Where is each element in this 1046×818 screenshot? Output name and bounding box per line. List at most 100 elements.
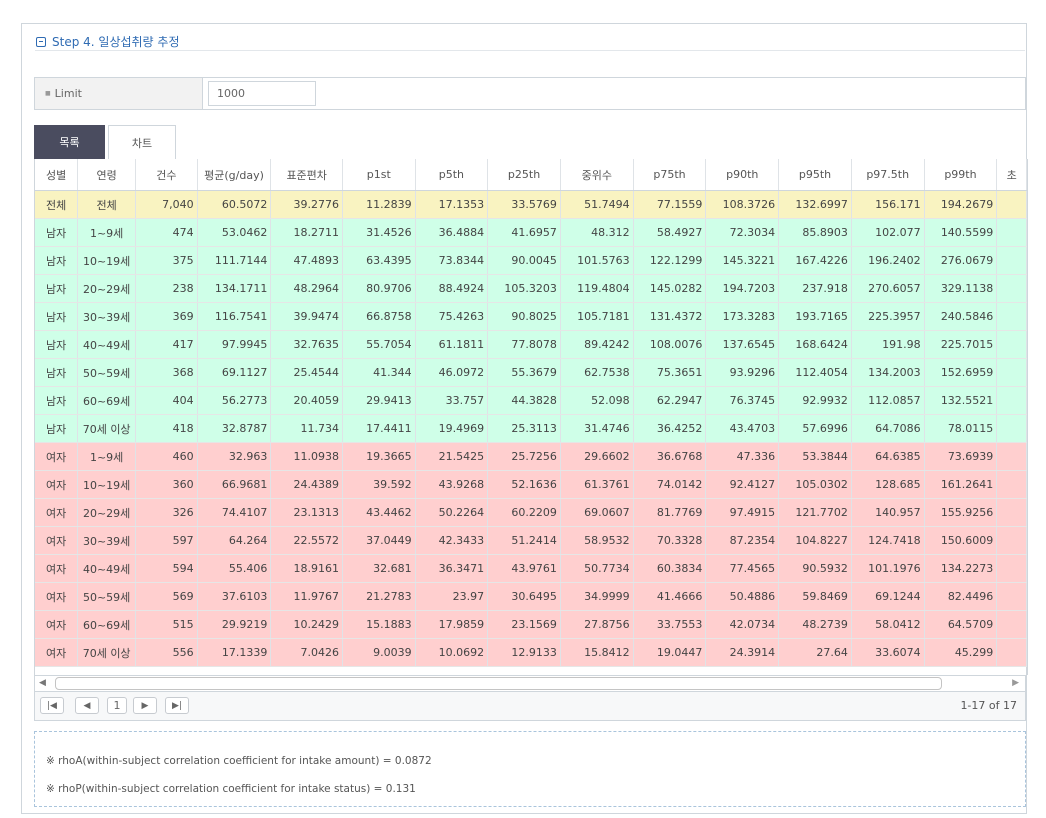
table-cell: 30~39세 (77, 302, 137, 331)
table-cell: 여자 (35, 582, 79, 611)
table-row[interactable]: 남자 40~49세 417 97.9945 32.7635 55.7054 61.1811 7… (35, 330, 1027, 359)
column-header[interactable]: 표준편차 (270, 159, 343, 191)
table-cell: 124.7418 (851, 526, 925, 555)
table-cell: 76.3745 (705, 386, 780, 415)
column-header[interactable]: 연령 (77, 159, 137, 191)
column-header[interactable]: 건수 (135, 159, 198, 191)
column-header[interactable]: p99th (924, 159, 998, 191)
table-cell: 50~59세 (77, 582, 137, 611)
column-header[interactable]: p95th (778, 159, 852, 191)
table-cell: 173.3283 (705, 302, 780, 331)
column-header[interactable]: p75th (633, 159, 707, 191)
table-row[interactable]: 남자 30~39세 369 116.7541 39.9474 66.8758 75.4263… (35, 302, 1027, 331)
table-cell: 남자 (35, 386, 79, 415)
column-header[interactable]: p25th (487, 159, 561, 191)
column-header[interactable]: p5th (415, 159, 489, 191)
column-header[interactable]: p90th (705, 159, 780, 191)
last-page-button[interactable]: ▶| (165, 697, 189, 714)
step-title: Step 4. 일상섭취량 추정 (52, 35, 180, 49)
step-header[interactable]: Step 4. 일상섭취량 추정 (36, 33, 180, 50)
table-row[interactable]: 여자 40~49세 594 55.406 18.9161 32.681 36.3471 43.… (35, 554, 1027, 583)
table-cell: 43.9268 (415, 470, 489, 499)
collapse-icon[interactable] (36, 36, 46, 47)
note-rhop: ※ rhoP(within-subject correlation coeffi… (46, 783, 416, 795)
first-page-button[interactable]: |◀ (40, 697, 64, 714)
table-cell: 104.8227 (778, 526, 852, 555)
column-header[interactable]: p97.5th (851, 159, 925, 191)
table-row[interactable]: 남자 1~9세 474 53.0462 18.2711 31.4526 36.4884 41.… (35, 218, 1027, 247)
table-cell: 597 (135, 526, 198, 555)
table-cell: 55.7054 (342, 330, 416, 359)
table-row[interactable]: 여자 30~39세 597 64.264 22.5572 37.0449 42.3433 51… (35, 526, 1027, 555)
column-header[interactable]: 성별 (35, 159, 79, 191)
table-row[interactable]: 여자 60~69세 515 29.9219 10.2429 15.1883 17.9859 2… (35, 610, 1027, 639)
table-cell: 51.2414 (487, 526, 561, 555)
current-page-button[interactable]: 1 (107, 697, 127, 714)
table-cell: 남자 (35, 218, 79, 247)
table-row[interactable]: 여자 1~9세 460 32.963 11.0938 19.3665 21.5425 25.7… (35, 442, 1027, 471)
table-row[interactable]: 남자 20~29세 238 134.1711 48.2964 80.9706 88.4924… (35, 274, 1027, 303)
tab-chart[interactable]: 차트 (108, 125, 176, 159)
table-cell: 여자 (35, 470, 79, 499)
table-cell: 140.5599 (924, 218, 998, 247)
table-row[interactable]: 여자 10~19세 360 66.9681 24.4389 39.592 43.9268 52… (35, 470, 1027, 499)
table-row[interactable]: 여자 50~59세 569 37.6103 11.9767 21.2783 23.97 30.… (35, 582, 1027, 611)
results-table: 성별 연령 건수 평균(g/day) 표준편차 p1st p5th p25th 중위수 p75th… (35, 159, 1027, 667)
column-header[interactable]: 평균(g/day) (197, 159, 272, 191)
table-cell: 27.64 (778, 638, 852, 667)
table-cell: 17.4411 (342, 414, 416, 443)
table-cell: 남자 (35, 414, 79, 443)
table-cell: 515 (135, 610, 198, 639)
table-row[interactable]: 남자 10~19세 375 111.7144 47.4893 63.4395 73.8344… (35, 246, 1027, 275)
table-cell (996, 610, 1027, 639)
prev-page-icon: ◀ (83, 700, 91, 711)
column-header[interactable]: 초 (996, 159, 1027, 191)
table-cell: 남자 (35, 302, 79, 331)
table-cell: 569 (135, 582, 198, 611)
table-cell: 81.7769 (633, 498, 707, 527)
table-row[interactable]: 전체 전체 7,040 60.5072 39.2776 11.2839 17.1353 33.… (35, 190, 1027, 219)
table-cell: 61.1811 (415, 330, 489, 359)
table-cell: 56.2773 (197, 386, 272, 415)
next-page-button[interactable]: ▶ (133, 697, 157, 714)
table-cell: 74.0142 (633, 470, 707, 499)
table-cell: 남자 (35, 246, 79, 275)
table-cell: 72.3034 (705, 218, 780, 247)
table-cell: 34.9999 (560, 582, 634, 611)
table-row[interactable]: 남자 60~69세 404 56.2773 20.4059 29.9413 33.757 44… (35, 386, 1027, 415)
table-row[interactable]: 여자 70세 이상 556 17.1339 7.0426 9.0039 10.0692 12.… (35, 638, 1027, 667)
horizontal-scrollbar[interactable]: ◀ ▶ (34, 675, 1026, 692)
table-cell: 11.0938 (270, 442, 343, 471)
table-cell: 23.97 (415, 582, 489, 611)
limit-input[interactable] (208, 81, 316, 106)
table-cell: 237.918 (778, 274, 852, 303)
table-cell: 460 (135, 442, 198, 471)
scrollbar-thumb[interactable] (55, 677, 942, 690)
table-cell: 61.3761 (560, 470, 634, 499)
tab-list[interactable]: 목록 (34, 125, 105, 159)
table-cell: 102.077 (851, 218, 925, 247)
table-cell: 36.4884 (415, 218, 489, 247)
table-cell: 50~59세 (77, 358, 137, 387)
table-cell: 58.0412 (851, 610, 925, 639)
table-cell: 여자 (35, 498, 79, 527)
table-cell: 77.1559 (633, 190, 707, 219)
table-cell: 66.8758 (342, 302, 416, 331)
prev-page-button[interactable]: ◀ (75, 697, 99, 714)
table-header-row: 성별 연령 건수 평균(g/day) 표준편차 p1st p5th p25th 중위수 p75th… (35, 159, 1027, 191)
table-cell: 92.4127 (705, 470, 780, 499)
column-header[interactable]: 중위수 (560, 159, 634, 191)
table-cell: 128.685 (851, 470, 925, 499)
table-cell: 167.4226 (778, 246, 852, 275)
table-cell: 31.4526 (342, 218, 416, 247)
table-cell: 58.9532 (560, 526, 634, 555)
table-row[interactable]: 남자 70세 이상 418 32.8787 11.734 17.4411 19.4969 25… (35, 414, 1027, 443)
table-row[interactable]: 여자 20~29세 326 74.4107 23.1313 43.4462 50.2264 6… (35, 498, 1027, 527)
table-cell (996, 218, 1027, 247)
table-cell (996, 554, 1027, 583)
table-row[interactable]: 남자 50~59세 368 69.1127 25.4544 41.344 46.0972 55… (35, 358, 1027, 387)
table-cell: 64.7086 (851, 414, 925, 443)
scroll-left-icon[interactable]: ◀ (39, 678, 46, 688)
column-header[interactable]: p1st (342, 159, 416, 191)
scroll-right-icon[interactable]: ▶ (1012, 678, 1019, 688)
